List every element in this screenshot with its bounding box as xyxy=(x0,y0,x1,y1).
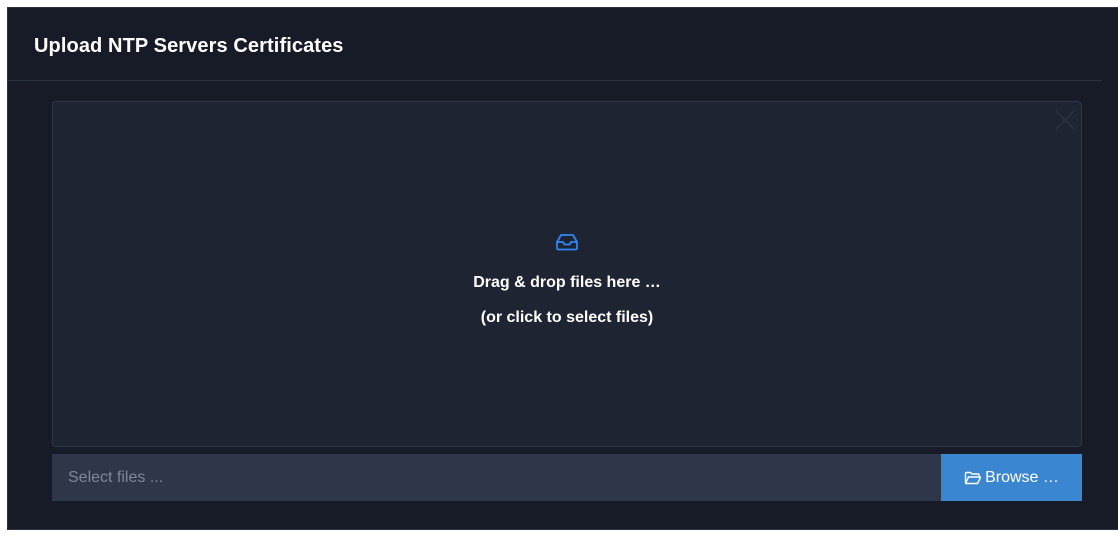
dropzone-content: Drag & drop files here … (or click to se… xyxy=(53,232,1081,328)
close-icon[interactable] xyxy=(1053,108,1077,132)
upload-panel: Upload NTP Servers Certificates Drag & d… xyxy=(7,7,1118,530)
browse-button-label: Browse … xyxy=(985,468,1059,486)
browse-button[interactable]: Browse … xyxy=(941,454,1082,501)
inbox-icon xyxy=(556,232,578,252)
file-select-input[interactable] xyxy=(52,454,941,501)
file-select-row: Browse … xyxy=(52,454,1082,501)
panel-header: Upload NTP Servers Certificates xyxy=(8,8,1102,81)
dropzone-instruction: Drag & drop files here … xyxy=(473,274,661,291)
dropzone-hint: (or click to select files) xyxy=(480,309,654,326)
folder-open-icon xyxy=(964,470,982,486)
panel-title: Upload NTP Servers Certificates xyxy=(34,35,344,57)
file-dropzone[interactable]: Drag & drop files here … (or click to se… xyxy=(52,101,1082,447)
